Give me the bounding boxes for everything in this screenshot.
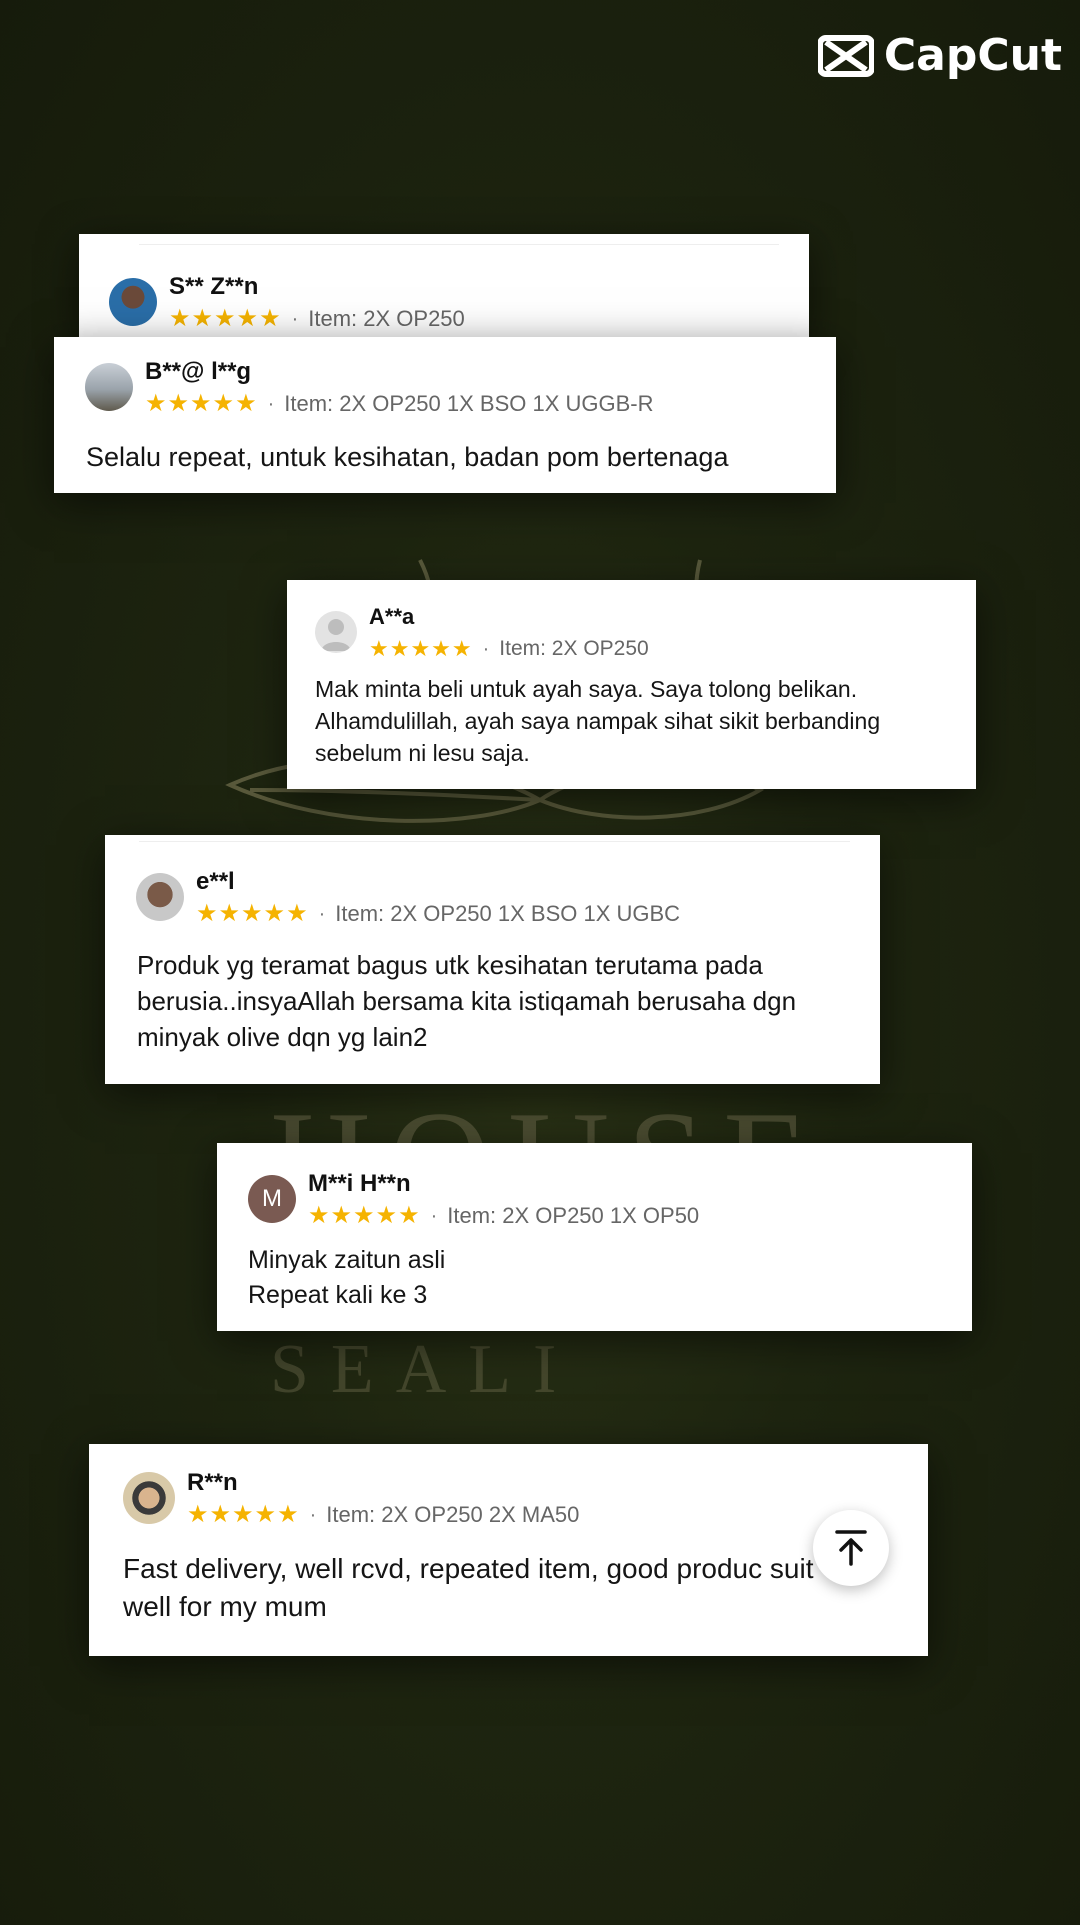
star-rating: ★★★★★	[169, 305, 282, 332]
review-card: e**l ★★★★★ · Item: 2X OP250 1X BSO 1X UG…	[105, 835, 880, 1084]
avatar	[123, 1472, 175, 1524]
arrow-up-to-line-icon	[835, 1530, 867, 1566]
star-rating: ★★★★★	[187, 1501, 300, 1528]
review-text-line: Minyak zaitun asli	[248, 1246, 446, 1274]
review-text: Minyak zaitun asli Repeat kali ke 3	[248, 1243, 445, 1313]
star-rating: ★★★★★	[308, 1202, 421, 1229]
review-card: B**@ l**g ★★★★★ · Item: 2X OP250 1X BSO …	[54, 337, 836, 493]
review-text: Mak minta beli untuk ayah saya. Saya tol…	[315, 676, 881, 766]
capcut-logo-icon	[817, 34, 874, 77]
default-user-icon	[321, 619, 351, 651]
separator-dot: ·	[267, 392, 275, 415]
review-text: Fast delivery, well rcvd, repeated item,…	[123, 1553, 814, 1622]
separator-dot: ·	[318, 902, 326, 925]
avatar: M	[248, 1175, 296, 1223]
separator-dot: ·	[482, 637, 490, 660]
item-variant: Item: 2X OP250 1X BSO 1X UGBC	[335, 901, 681, 926]
separator-dot: ·	[430, 1204, 438, 1227]
capcut-wordmark: CapCut	[883, 30, 1062, 81]
separator-dot: ·	[309, 1503, 317, 1526]
separator-dot: ·	[291, 307, 299, 330]
review-text: Selalu repeat, untuk kesihatan, badan po…	[86, 442, 729, 472]
avatar	[85, 363, 133, 411]
item-variant: Item: 2X OP250 1X BSO 1X UGGB-R	[284, 391, 654, 416]
item-variant: Item: 2X OP250	[308, 306, 465, 331]
item-variant: Item: 2X OP250 2X MA50	[326, 1502, 580, 1527]
item-variant: Item: 2X OP250	[499, 637, 649, 660]
reviewer-name: A**a	[369, 604, 415, 629]
reviewer-name: e**l	[196, 868, 235, 895]
review-card: A**a ★★★★★ · Item: 2X OP250 Mak minta be…	[287, 580, 976, 789]
item-variant: Item: 2X OP250 1X OP50	[447, 1203, 700, 1228]
divider	[139, 841, 850, 842]
reviewer-name: B**@ l**g	[145, 358, 252, 385]
review-text-line: Repeat kali ke 3	[248, 1281, 428, 1309]
reviewer-name: S** Z**n	[169, 273, 259, 300]
star-rating: ★★★★★	[196, 900, 309, 927]
review-card: R**n ★★★★★ · Item: 2X OP250 2X MA50 Fast…	[89, 1444, 928, 1656]
scroll-to-top-button[interactable]	[813, 1510, 889, 1586]
avatar	[315, 611, 357, 653]
review-card: S** Z**n ★★★★★ · Item: 2X OP250	[79, 234, 809, 339]
star-rating: ★★★★★	[369, 636, 473, 661]
avatar-initial: M	[262, 1185, 282, 1212]
divider	[139, 244, 779, 245]
reviewer-name: R**n	[187, 1469, 238, 1496]
review-card: M M**i H**n ★★★★★ · Item: 2X OP250 1X OP…	[217, 1143, 972, 1331]
star-rating: ★★★★★	[145, 390, 258, 417]
avatar	[136, 873, 184, 921]
reviewer-name: M**i H**n	[308, 1170, 411, 1197]
review-text: Produk yg teramat bagus utk kesihatan te…	[137, 950, 797, 1052]
avatar	[109, 278, 157, 326]
capcut-watermark: CapCut	[817, 30, 1062, 81]
